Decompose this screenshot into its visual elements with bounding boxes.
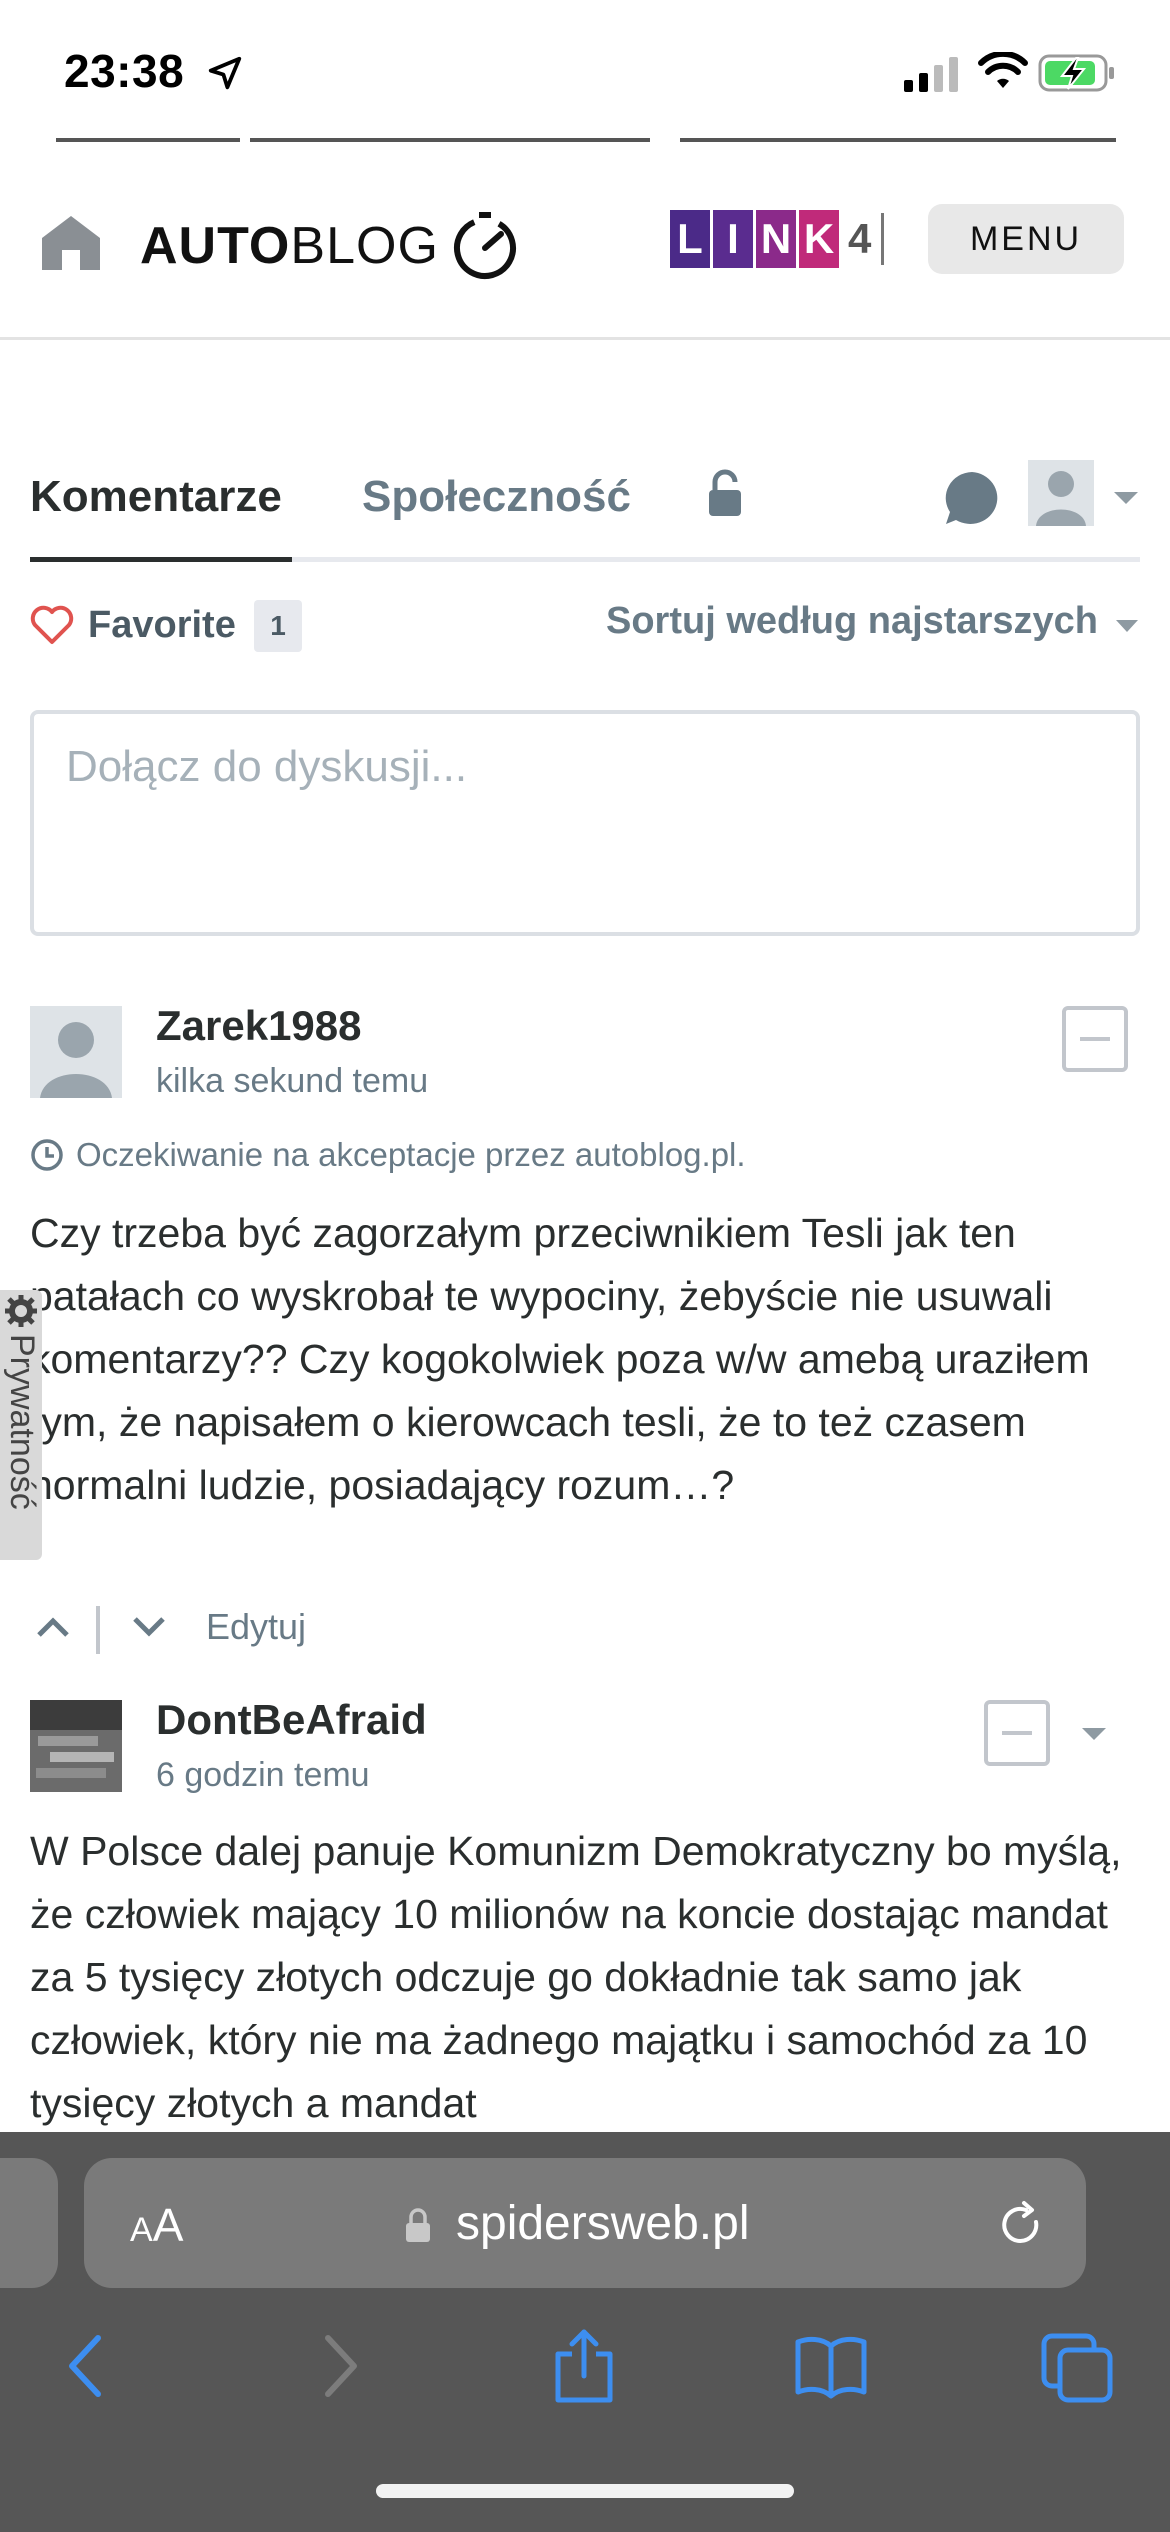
location-arrow-icon (208, 56, 242, 90)
pending-moderation-notice: Oczekiwanie na akceptacje przez autoblog… (30, 1136, 746, 1174)
link4-letter: N (756, 210, 796, 268)
lock-icon[interactable] (706, 468, 744, 518)
logo-auto-text: AUTO (140, 217, 291, 275)
link4-divider (881, 213, 885, 265)
comment-actions: Edytuj (30, 1600, 630, 1660)
autoblog-logo[interactable]: AUTO BLOG (140, 206, 521, 286)
tabs-icon[interactable] (1040, 2328, 1116, 2404)
link4-sponsor-logo[interactable]: L I N K 4 (670, 210, 885, 268)
logo-blog-text: BLOG (290, 217, 439, 275)
collapse-button[interactable] (984, 1700, 1050, 1766)
link4-letter: L (670, 210, 710, 268)
chat-bubble-icon[interactable] (942, 468, 1002, 528)
downvote-icon[interactable] (132, 1616, 166, 1638)
tab-active-indicator (30, 557, 292, 562)
comment-author[interactable]: DontBeAfraid (156, 1696, 427, 1744)
clock-icon (31, 1139, 63, 1171)
previous-tab-stub[interactable] (0, 2158, 58, 2288)
ad-remnant-line (56, 138, 240, 142)
user-avatar-icon[interactable] (1028, 460, 1094, 526)
vote-separator (96, 1606, 100, 1654)
favorite-count-badge: 1 (254, 600, 302, 652)
aa-small-letter: A (130, 2211, 153, 2249)
status-bar: 23:38 (0, 0, 1170, 140)
ad-remnant-line (250, 138, 650, 142)
url-text[interactable]: spidersweb.pl (456, 2196, 749, 2251)
chevron-down-icon[interactable] (1112, 490, 1140, 506)
chevron-down-icon[interactable] (1114, 618, 1140, 634)
comment-tabs: Komentarze Społeczność (30, 460, 1140, 562)
privacy-settings-tab[interactable]: Prywatność (0, 1290, 42, 1560)
reload-icon[interactable] (996, 2200, 1046, 2250)
comment-item: DontBeAfraid 6 godzin temu W Polsce dale… (30, 1696, 1140, 2140)
edit-link[interactable]: Edytuj (206, 1606, 306, 1648)
favorite-button[interactable]: Favorite (88, 604, 236, 647)
comment-author[interactable]: Zarek1988 (156, 1002, 362, 1050)
speedometer-icon (453, 212, 516, 279)
avatar[interactable] (30, 1700, 122, 1792)
avatar[interactable] (30, 1006, 122, 1098)
comment-time[interactable]: 6 godzin temu (156, 1756, 370, 1795)
home-indicator (376, 2484, 794, 2498)
home-icon[interactable] (40, 212, 102, 274)
pending-text: Oczekiwanie na akceptacje przez autoblog… (76, 1136, 746, 1173)
link4-letter: I (713, 210, 753, 268)
comment-body: W Polsce dalej panuje Komunizm Demokraty… (30, 1828, 1122, 2126)
battery-charging-icon (1038, 54, 1114, 92)
browser-toolbar: AA spidersweb.pl (0, 2132, 1170, 2532)
comment-item: Zarek1988 kilka sekund temu Oczekiwanie … (30, 1002, 1140, 1654)
collapse-button[interactable] (1062, 1006, 1128, 1072)
bookmarks-icon[interactable] (794, 2328, 868, 2404)
upvote-icon[interactable] (36, 1616, 70, 1638)
wifi-icon (978, 52, 1028, 88)
privacy-label: Prywatność (3, 1334, 41, 1510)
link4-number: 4 (848, 215, 872, 262)
share-icon[interactable] (552, 2328, 616, 2404)
back-icon[interactable] (64, 2328, 108, 2404)
tab-comments[interactable]: Komentarze (30, 472, 282, 522)
address-bar[interactable]: AA spidersweb.pl (84, 2158, 1086, 2288)
forward-icon[interactable] (318, 2328, 362, 2404)
status-time: 23:38 (64, 45, 185, 97)
cellular-signal-icon (904, 57, 958, 92)
tab-community[interactable]: Społeczność (362, 472, 631, 522)
aa-large-letter: A (152, 2199, 184, 2251)
favorite-sort-row: Favorite 1 Sortuj według najstarszych (30, 596, 1140, 666)
link4-letter: K (799, 210, 839, 268)
comment-input[interactable]: Dołącz do dyskusji... (30, 710, 1140, 936)
menu-button[interactable]: MENU (928, 204, 1124, 274)
comment-time[interactable]: kilka sekund temu (156, 1062, 428, 1101)
heart-icon[interactable] (30, 604, 74, 646)
ad-remnant-line (680, 138, 1116, 142)
reader-options-button[interactable]: AA (130, 2198, 183, 2252)
chevron-down-icon[interactable] (1080, 1726, 1108, 1742)
site-header: AUTO BLOG L I N K 4 MENU (0, 160, 1170, 340)
gear-icon (5, 1295, 37, 1327)
comment-body: Czy trzeba być zagorzałym przeciwnikiem … (30, 1210, 1090, 1508)
lock-icon (406, 2208, 430, 2242)
sort-dropdown[interactable]: Sortuj według najstarszych (606, 600, 1098, 643)
